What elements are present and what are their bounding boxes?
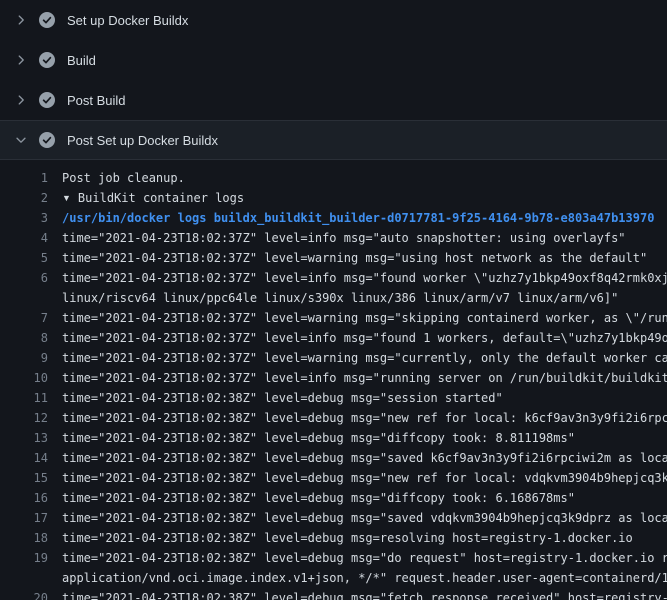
log-line-number[interactable]: 20 — [0, 588, 48, 600]
log-line-11[interactable]: 11time="2021-04-23T18:02:38Z" level=debu… — [0, 388, 667, 408]
step-section-post-set-up-docker-buildx[interactable]: Post Set up Docker Buildx — [0, 120, 667, 160]
log-text: time="2021-04-23T18:02:38Z" level=debug … — [48, 508, 667, 528]
log-line-number[interactable]: 15 — [0, 468, 48, 488]
step-title: Set up Docker Buildx — [67, 13, 188, 28]
log-line-number[interactable]: 14 — [0, 448, 48, 468]
log-line-number[interactable]: 5 — [0, 248, 48, 268]
log-line-number[interactable]: 11 — [0, 388, 48, 408]
log-text: time="2021-04-23T18:02:37Z" level=info m… — [48, 228, 626, 248]
log-line-16[interactable]: 16time="2021-04-23T18:02:38Z" level=debu… — [0, 488, 667, 508]
chevron-right-icon — [14, 13, 30, 27]
log-text: time="2021-04-23T18:02:38Z" level=debug … — [48, 548, 667, 568]
log-line-3[interactable]: 3/usr/bin/docker logs buildx_buildkit_bu… — [0, 208, 667, 228]
log-line-number[interactable]: 6 — [0, 268, 48, 288]
log-text: time="2021-04-23T18:02:38Z" level=debug … — [48, 448, 667, 468]
log-text: time="2021-04-23T18:02:37Z" level=warnin… — [48, 308, 667, 328]
step-list: Set up Docker Buildx Build Post Build Post … — [0, 0, 667, 160]
log-line-8[interactable]: 8time="2021-04-23T18:02:37Z" level=info … — [0, 328, 667, 348]
log-text: Post job cleanup. — [48, 168, 185, 188]
log-line-number[interactable]: 2 — [0, 188, 48, 208]
log-text: time="2021-04-23T18:02:38Z" level=debug … — [48, 528, 633, 548]
log-line-number[interactable]: 7 — [0, 308, 48, 328]
log-line-13[interactable]: 13time="2021-04-23T18:02:38Z" level=debu… — [0, 428, 667, 448]
log-text: time="2021-04-23T18:02:38Z" level=debug … — [48, 388, 503, 408]
log-line-18[interactable]: 18time="2021-04-23T18:02:38Z" level=debu… — [0, 528, 667, 548]
log-text: time="2021-04-23T18:02:38Z" level=debug … — [48, 428, 575, 448]
log-line-number[interactable]: 17 — [0, 508, 48, 528]
check-circle-icon — [39, 12, 55, 28]
group-title: BuildKit container logs — [78, 191, 244, 205]
log-line-number[interactable]: 16 — [0, 488, 48, 508]
log-line-continuation[interactable]: application/vnd.oci.image.index.v1+json,… — [0, 568, 667, 588]
log-line-number[interactable]: 1 — [0, 168, 48, 188]
log-line-number[interactable]: 3 — [0, 208, 48, 228]
log-line-number[interactable]: 4 — [0, 228, 48, 248]
step-title: Build — [67, 53, 96, 68]
log-line-6[interactable]: 6time="2021-04-23T18:02:37Z" level=info … — [0, 268, 667, 288]
log-text: time="2021-04-23T18:02:38Z" level=debug … — [48, 488, 575, 508]
chevron-down-icon — [14, 133, 30, 147]
check-circle-icon — [39, 52, 55, 68]
log-text: time="2021-04-23T18:02:37Z" level=info m… — [48, 268, 667, 288]
log-line-number[interactable]: 19 — [0, 548, 48, 568]
workflow-log-viewer: Set up Docker Buildx Build Post Build Post … — [0, 0, 667, 600]
check-circle-icon — [39, 132, 55, 148]
log-line-4[interactable]: 4time="2021-04-23T18:02:37Z" level=info … — [0, 228, 667, 248]
log-line-continuation[interactable]: linux/riscv64 linux/ppc64le linux/s390x … — [0, 288, 667, 308]
log-text-wrapped: linux/riscv64 linux/ppc64le linux/s390x … — [48, 288, 618, 308]
log-line-19[interactable]: 19time="2021-04-23T18:02:38Z" level=debu… — [0, 548, 667, 568]
chevron-right-icon — [14, 93, 30, 107]
log-text: time="2021-04-23T18:02:37Z" level=info m… — [48, 328, 667, 348]
log-line-1[interactable]: 1Post job cleanup. — [0, 168, 667, 188]
log-text: time="2021-04-23T18:02:38Z" level=debug … — [48, 588, 667, 600]
step-section-post-build[interactable]: Post Build — [0, 80, 667, 120]
log-line-14[interactable]: 14time="2021-04-23T18:02:38Z" level=debu… — [0, 448, 667, 468]
log-area[interactable]: 1Post job cleanup.2 ▼ BuildKit container l… — [0, 160, 667, 600]
log-line-15[interactable]: 15time="2021-04-23T18:02:38Z" level=debu… — [0, 468, 667, 488]
log-line-number[interactable]: 12 — [0, 408, 48, 428]
log-command-text: /usr/bin/docker logs buildx_buildkit_bui… — [48, 208, 654, 228]
step-title: Post Build — [67, 93, 126, 108]
chevron-right-icon — [14, 53, 30, 67]
log-text: time="2021-04-23T18:02:38Z" level=debug … — [48, 408, 667, 428]
log-line-5[interactable]: 5time="2021-04-23T18:02:37Z" level=warni… — [0, 248, 667, 268]
log-line-2[interactable]: 2 ▼ BuildKit container logs — [0, 188, 667, 208]
log-line-number[interactable]: 9 — [0, 348, 48, 368]
log-text: time="2021-04-23T18:02:37Z" level=warnin… — [48, 248, 647, 268]
log-line-number[interactable]: 8 — [0, 328, 48, 348]
triangle-down-icon[interactable]: ▼ — [62, 188, 71, 208]
log-text: ▼ BuildKit container logs — [48, 188, 244, 208]
log-line-17[interactable]: 17time="2021-04-23T18:02:38Z" level=debu… — [0, 508, 667, 528]
log-line-10[interactable]: 10time="2021-04-23T18:02:37Z" level=info… — [0, 368, 667, 388]
log-line-12[interactable]: 12time="2021-04-23T18:02:38Z" level=debu… — [0, 408, 667, 428]
log-text: time="2021-04-23T18:02:37Z" level=warnin… — [48, 348, 667, 368]
log-line-number — [0, 288, 48, 308]
step-section-set-up-docker-buildx[interactable]: Set up Docker Buildx — [0, 0, 667, 40]
log-line-number[interactable]: 10 — [0, 368, 48, 388]
check-circle-icon — [39, 92, 55, 108]
log-line-9[interactable]: 9time="2021-04-23T18:02:37Z" level=warni… — [0, 348, 667, 368]
log-line-number[interactable]: 18 — [0, 528, 48, 548]
step-section-build[interactable]: Build — [0, 40, 667, 80]
log-line-7[interactable]: 7time="2021-04-23T18:02:37Z" level=warni… — [0, 308, 667, 328]
log-line-number — [0, 568, 48, 588]
log-text: time="2021-04-23T18:02:38Z" level=debug … — [48, 468, 667, 488]
log-line-number[interactable]: 13 — [0, 428, 48, 448]
log-text-wrapped: application/vnd.oci.image.index.v1+json,… — [48, 568, 667, 588]
log-line-20[interactable]: 20time="2021-04-23T18:02:38Z" level=debu… — [0, 588, 667, 600]
log-text: time="2021-04-23T18:02:37Z" level=info m… — [48, 368, 667, 388]
step-title: Post Set up Docker Buildx — [67, 133, 218, 148]
